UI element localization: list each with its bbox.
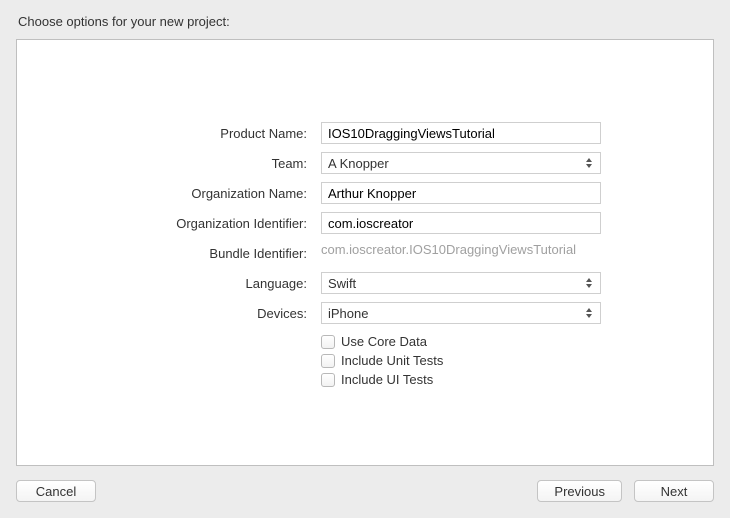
team-label: Team: — [17, 156, 307, 171]
bundle-identifier-label: Bundle Identifier: — [17, 246, 307, 261]
include-ui-tests-checkbox[interactable] — [321, 373, 335, 387]
organization-name-label: Organization Name: — [17, 186, 307, 201]
language-select-value: Swift — [328, 276, 584, 291]
devices-select-value: iPhone — [328, 306, 584, 321]
language-select[interactable]: Swift — [321, 272, 601, 294]
use-core-data-row: Use Core Data — [321, 334, 611, 349]
next-button[interactable]: Next — [634, 480, 714, 502]
options-panel: Product Name: Team: A Knopper Organizati… — [16, 39, 714, 466]
options-checkbox-group: Use Core Data Include Unit Tests Include… — [321, 332, 611, 387]
new-project-dialog: Choose options for your new project: Pro… — [0, 0, 730, 518]
include-ui-tests-label: Include UI Tests — [341, 372, 433, 387]
devices-select[interactable]: iPhone — [321, 302, 601, 324]
dialog-heading: Choose options for your new project: — [18, 14, 714, 29]
use-core-data-label: Use Core Data — [341, 334, 427, 349]
devices-label: Devices: — [17, 306, 307, 321]
include-ui-tests-row: Include UI Tests — [321, 372, 611, 387]
include-unit-tests-label: Include Unit Tests — [341, 353, 443, 368]
use-core-data-checkbox[interactable] — [321, 335, 335, 349]
organization-identifier-label: Organization Identifier: — [17, 216, 307, 231]
team-select-value: A Knopper — [328, 156, 584, 171]
previous-button[interactable]: Previous — [537, 480, 622, 502]
organization-identifier-input[interactable] — [321, 212, 601, 234]
updown-arrows-icon — [584, 278, 594, 288]
team-select[interactable]: A Knopper — [321, 152, 601, 174]
bundle-identifier-value: com.ioscreator.IOS10DraggingViewsTutoria… — [321, 242, 576, 257]
button-bar: Cancel Previous Next — [16, 480, 714, 502]
updown-arrows-icon — [584, 308, 594, 318]
updown-arrows-icon — [584, 158, 594, 168]
options-form: Product Name: Team: A Knopper Organizati… — [17, 122, 713, 387]
product-name-input[interactable] — [321, 122, 601, 144]
language-label: Language: — [17, 276, 307, 291]
include-unit-tests-checkbox[interactable] — [321, 354, 335, 368]
organization-name-input[interactable] — [321, 182, 601, 204]
product-name-label: Product Name: — [17, 126, 307, 141]
cancel-button[interactable]: Cancel — [16, 480, 96, 502]
include-unit-tests-row: Include Unit Tests — [321, 353, 611, 368]
